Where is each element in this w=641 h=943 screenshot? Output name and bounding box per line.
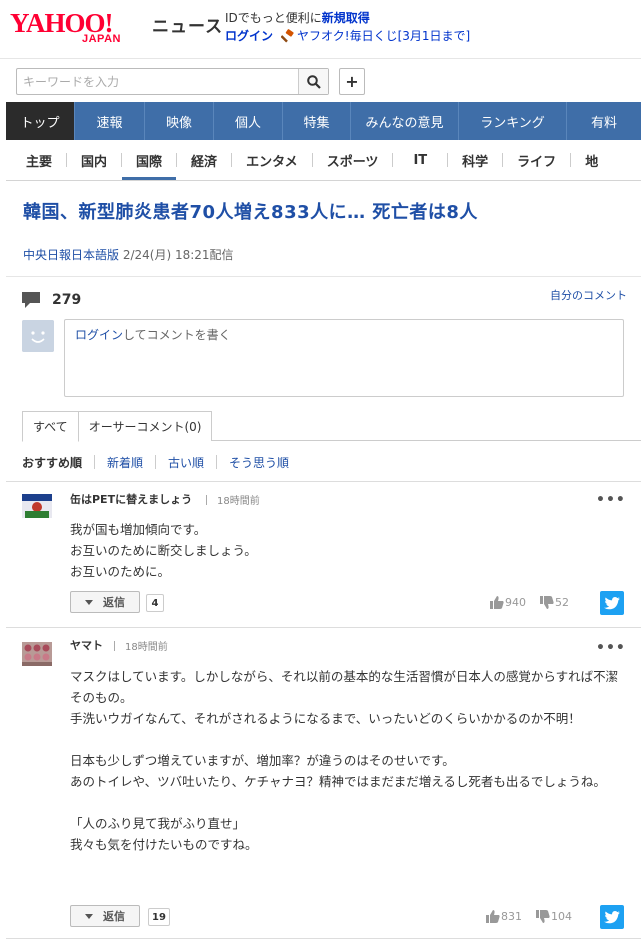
category-nav: トップ 速報 映像 個人 特集 みんなの意見 ランキング 有料 [6,102,641,140]
search-icon [306,74,321,89]
divider [6,180,641,181]
login-link[interactable]: ログイン [225,27,273,44]
auction-link[interactable]: ヤフオク!毎日くじ[3月1日まで] [297,27,470,44]
reply-label: 返信 [103,596,125,609]
like-count: 831 [501,910,522,923]
reply-count: 19 [148,908,170,926]
chevron-down-icon [85,913,93,919]
my-comments-link[interactable]: 自分のコメント [550,287,627,303]
thumbs-up-icon[interactable] [486,910,500,923]
reply-button[interactable]: 返信 [70,905,140,927]
sort-options: おすすめ順 新着順 古い順 そう思う順 [22,452,301,472]
divider [0,58,641,59]
comment-count-value: 279 [52,292,82,308]
comment-login-link[interactable]: ログイン [75,328,123,342]
comment-input-box[interactable]: ログインしてコメントを書く [64,319,624,397]
comment-count: 279 [22,292,81,308]
nav-opinions[interactable]: みんなの意見 [351,102,459,140]
nav-individual[interactable]: 個人 [214,102,283,140]
comment-time: 18時間前 [206,492,260,507]
divider [6,938,641,939]
article-title[interactable]: 韓国、新型肺炎患者70人増え833人に… 死亡者は8人 [23,198,478,224]
comment-body: 我が国も増加傾向です。 お互いのために断交しましょう。 お互いのために。 [70,522,257,579]
vote-counts: 831 104 [486,910,572,923]
thumbs-up-icon[interactable] [490,596,504,609]
like-count: 940 [505,596,526,609]
article-meta: 中央日報日本語版 2/24(月) 18:21配信 [23,246,234,263]
twitter-share-button[interactable] [600,905,624,929]
dislike-count: 52 [555,596,569,609]
search-input[interactable] [17,69,298,94]
subnav-sports[interactable]: スポーツ [313,140,393,180]
search-button[interactable] [298,69,328,94]
comment-body: マスクはしています。しかしながら、それ以前の基本的な生活習慣が日本人の感覚からす… [70,669,619,852]
subnav-science[interactable]: 科学 [448,140,502,180]
twitter-share-button[interactable] [600,591,624,615]
more-options-icon[interactable]: ••• [596,640,626,656]
comment-item: ヤマト 18時間前 ••• マスクはしています。しかしながら、それ以前の基本的な… [6,628,641,938]
comment-time: 18時間前 [114,638,168,653]
logo-sub: JAPAN [82,33,121,45]
yahoo-japan-logo[interactable]: YAHOO! JAPAN [10,8,148,48]
speech-bubble-icon [22,292,40,308]
subnav-it[interactable]: IT [393,140,447,180]
user-avatar[interactable] [22,642,52,666]
signup-link[interactable]: 新規取得 [322,11,370,25]
sort-recommended[interactable]: おすすめ順 [22,454,94,471]
twitter-icon [604,596,620,609]
nav-breaking[interactable]: 速報 [75,102,145,140]
reply-count: 4 [146,594,164,612]
subnav-main[interactable]: 主要 [12,140,66,180]
default-avatar-icon [22,320,54,352]
sort-oldest[interactable]: 古い順 [156,454,216,471]
user-avatar[interactable] [22,494,52,518]
comment-prompt: してコメントを書く [123,328,231,342]
nav-ranking[interactable]: ランキング [459,102,567,140]
search-box [16,68,329,95]
vote-counts: 940 52 [490,596,569,609]
sort-newest[interactable]: 新着順 [95,454,155,471]
subnav-local[interactable]: 地 [571,140,612,180]
nav-top[interactable]: トップ [6,102,75,140]
sub-nav: 主要 国内 国際 経済 エンタメ スポーツ IT 科学 ライフ 地 [12,140,641,180]
divider [6,276,641,277]
chevron-down-icon [85,599,93,605]
site-header: YAHOO! JAPAN ニュース IDでもっと便利に新規取得 ログイン ヤフオ… [0,0,641,58]
dislike-count: 104 [551,910,572,923]
comment-tabs: すべて オーサーコメント(0) [22,411,641,442]
service-name[interactable]: ニュース [152,12,223,37]
comment-author[interactable]: 缶はPETに替えましょう [70,491,192,507]
article-date: 2/24(月) 18:21配信 [122,248,234,262]
nav-paid[interactable]: 有料 [567,102,641,140]
nav-video[interactable]: 映像 [145,102,214,140]
thumbs-down-icon[interactable] [540,596,554,609]
more-options-icon[interactable]: ••• [596,492,626,508]
comment-author[interactable]: ヤマト [70,637,103,653]
subnav-economy[interactable]: 経済 [177,140,231,180]
promo-line: IDでもっと便利に新規取得 [225,9,370,26]
sort-agree[interactable]: そう思う順 [217,454,301,471]
subnav-domestic[interactable]: 国内 [67,140,121,180]
tab-all[interactable]: すべて [22,411,79,442]
reply-button[interactable]: 返信 [70,591,140,613]
subnav-entertainment[interactable]: エンタメ [232,140,312,180]
promo-line-2: ログイン ヤフオク!毎日くじ[3月1日まで] [225,27,470,44]
thumbs-down-icon[interactable] [536,910,550,923]
comment-item: 缶はPETに替えましょう 18時間前 ••• 我が国も増加傾向です。 お互いのた… [6,482,641,627]
nav-feature[interactable]: 特集 [283,102,351,140]
reply-label: 返信 [103,910,125,923]
article-source[interactable]: 中央日報日本語版 [23,248,119,262]
subnav-life[interactable]: ライフ [503,140,570,180]
gavel-icon [281,28,294,43]
add-button[interactable]: + [339,68,365,95]
twitter-icon [604,910,620,923]
tab-author-comments[interactable]: オーサーコメント(0) [77,411,213,441]
promo-text: IDでもっと便利に [225,11,322,25]
subnav-international[interactable]: 国際 [122,140,177,180]
